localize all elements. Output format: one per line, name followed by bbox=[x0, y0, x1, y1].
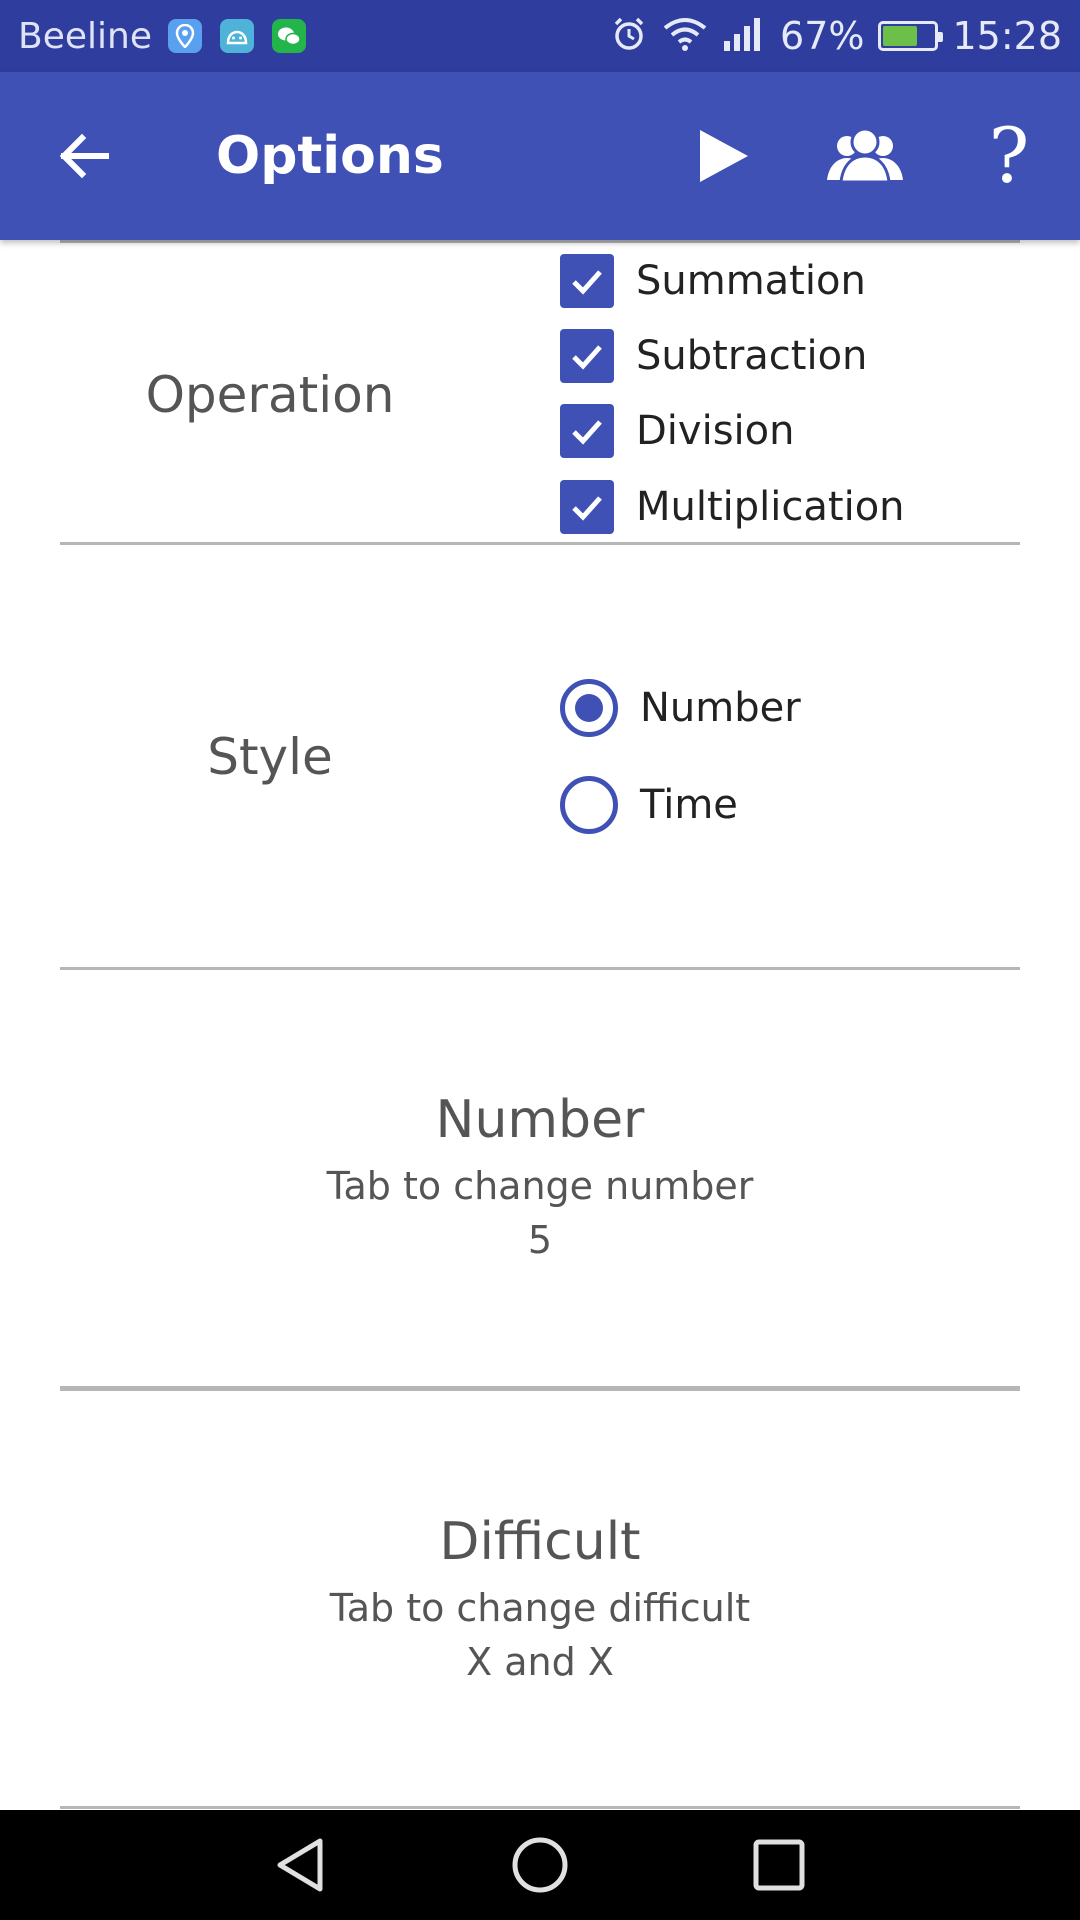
number-setting[interactable]: Number Tab to change number 5 bbox=[0, 1090, 1080, 1262]
divider bbox=[60, 1386, 1020, 1391]
number-title: Number bbox=[435, 1090, 645, 1150]
help-icon[interactable]: ? bbox=[984, 116, 1034, 196]
options-content: Operation Summation Subtraction Division… bbox=[0, 240, 1080, 1810]
check-icon bbox=[560, 329, 614, 383]
radio-selected-icon bbox=[560, 679, 618, 737]
back-arrow-icon[interactable] bbox=[52, 124, 116, 188]
navigation-bar bbox=[0, 1810, 1080, 1920]
divider bbox=[60, 542, 1020, 545]
battery-charging-icon bbox=[878, 21, 944, 51]
number-subtitle: Tab to change number bbox=[326, 1164, 754, 1208]
checkbox-label: Summation bbox=[636, 258, 866, 304]
wechat-icon bbox=[271, 19, 306, 53]
divider bbox=[60, 240, 1020, 243]
status-bar: Beeline 67% 15:28 bbox=[0, 0, 1080, 72]
radio-time[interactable]: Time bbox=[560, 776, 738, 834]
nav-home-icon[interactable] bbox=[510, 1835, 570, 1895]
check-icon bbox=[560, 480, 614, 534]
divider bbox=[60, 1806, 1020, 1809]
radio-label: Number bbox=[640, 685, 801, 731]
radio-label: Time bbox=[640, 782, 738, 828]
nav-back-icon[interactable] bbox=[270, 1835, 330, 1895]
difficult-setting[interactable]: Difficult Tab to change difficult X and … bbox=[0, 1512, 1080, 1684]
checkbox-subtraction[interactable]: Subtraction bbox=[560, 329, 867, 383]
app-bar: Options ? bbox=[0, 72, 1080, 240]
difficult-subtitle: Tab to change difficult bbox=[329, 1586, 751, 1630]
maps-icon bbox=[167, 19, 202, 53]
clock: 15:28 bbox=[952, 14, 1062, 58]
android-icon bbox=[219, 19, 254, 53]
style-label: Style bbox=[207, 728, 333, 786]
players-icon[interactable] bbox=[825, 124, 905, 188]
wifi-icon bbox=[662, 16, 708, 56]
operation-label: Operation bbox=[145, 366, 395, 424]
radio-unselected-icon bbox=[560, 776, 618, 834]
play-icon[interactable] bbox=[690, 124, 754, 188]
divider bbox=[60, 967, 1020, 970]
checkbox-multiplication[interactable]: Multiplication bbox=[560, 480, 905, 534]
radio-number[interactable]: Number bbox=[560, 679, 801, 737]
checkbox-division[interactable]: Division bbox=[560, 404, 794, 458]
page-title: Options bbox=[216, 126, 444, 186]
check-icon bbox=[560, 404, 614, 458]
carrier-name: Beeline bbox=[18, 15, 152, 57]
nav-recents-icon[interactable] bbox=[752, 1838, 806, 1892]
number-value: 5 bbox=[527, 1218, 553, 1262]
difficult-value: X and X bbox=[466, 1640, 614, 1684]
system-status: 67% 15:28 bbox=[610, 14, 1062, 58]
checkbox-summation[interactable]: Summation bbox=[560, 254, 866, 308]
alarm-icon bbox=[610, 15, 648, 57]
check-icon bbox=[560, 254, 614, 308]
checkbox-label: Division bbox=[636, 408, 795, 454]
checkbox-label: Subtraction bbox=[636, 333, 868, 379]
signal-icon bbox=[722, 15, 766, 57]
battery-percent: 67% bbox=[780, 14, 865, 58]
difficult-title: Difficult bbox=[439, 1512, 641, 1572]
checkbox-label: Multiplication bbox=[636, 484, 905, 530]
